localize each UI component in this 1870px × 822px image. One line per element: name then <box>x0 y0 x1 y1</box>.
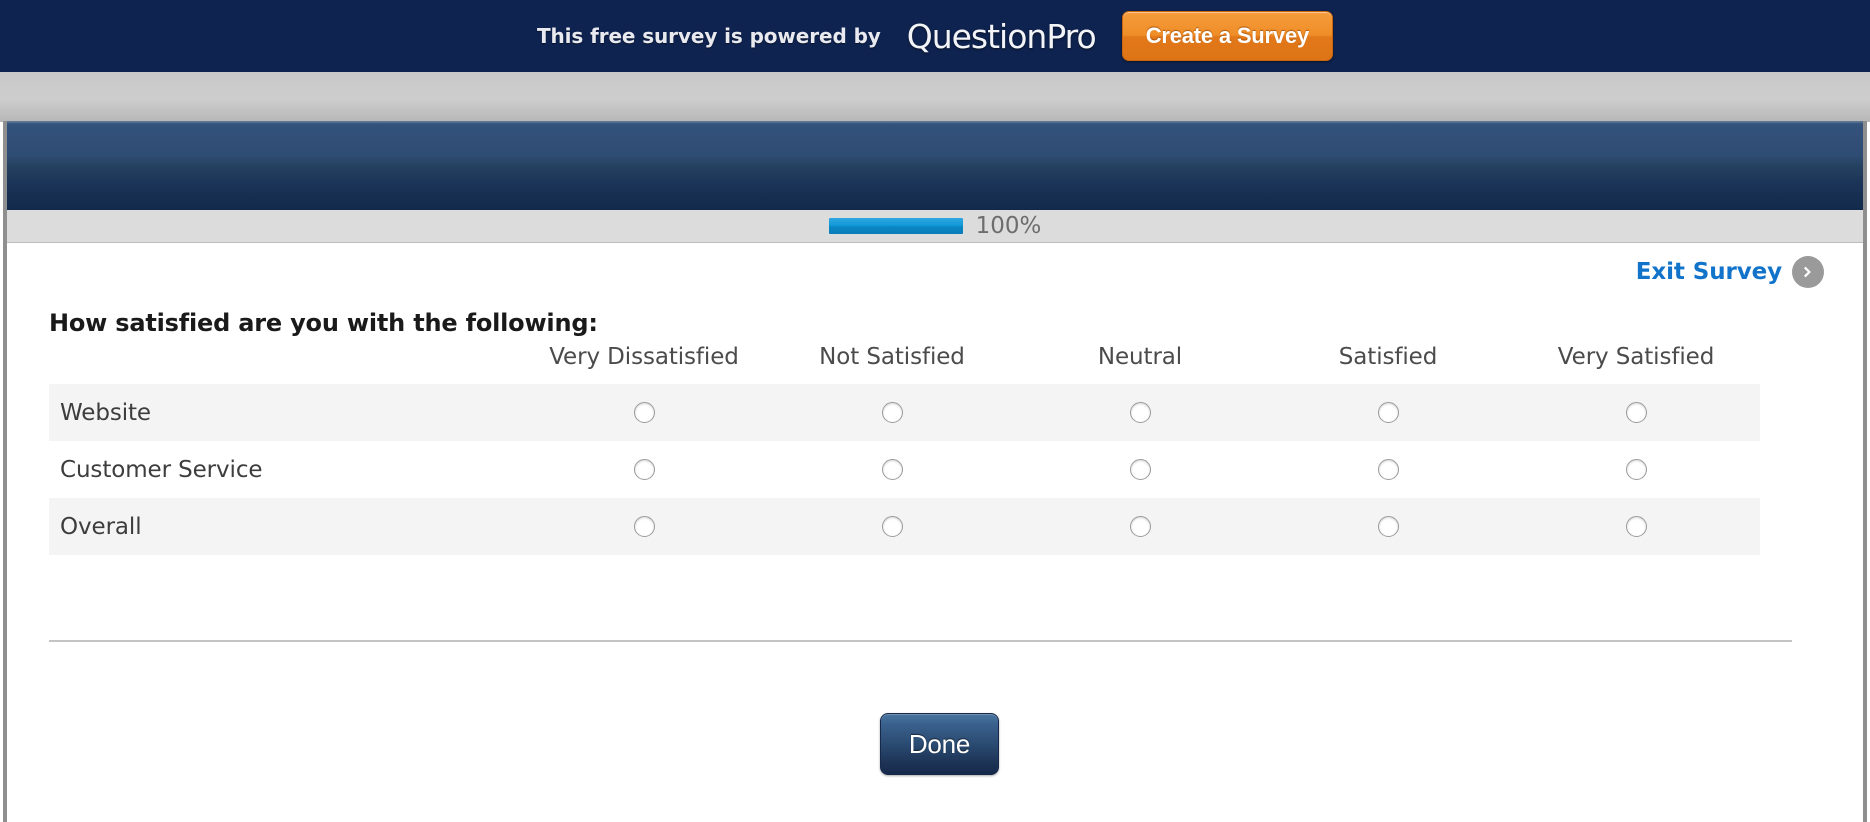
row-label-customer-service: Customer Service <box>60 456 263 483</box>
radio-button[interactable] <box>1129 402 1151 423</box>
radio-cell-customer-service-not-satisfied[interactable] <box>768 441 1016 498</box>
radio-button[interactable] <box>633 516 655 537</box>
done-button[interactable]: Done <box>880 713 999 775</box>
column-header-not-satisfied: Not Satisfied <box>819 344 965 370</box>
radio-cell-website-very-satisfied[interactable] <box>1512 384 1760 441</box>
radio-cell-customer-service-very-satisfied[interactable] <box>1512 441 1760 498</box>
survey-content: Exit Survey How satisfied are you with t… <box>7 243 1863 821</box>
radio-button[interactable] <box>633 402 655 423</box>
column-header-very-dissatisfied: Very Dissatisfied <box>549 344 739 370</box>
questionpro-logo: QuestionPro <box>906 16 1097 56</box>
progress-bar-track <box>828 218 963 234</box>
column-header-satisfied: Satisfied <box>1338 344 1438 370</box>
survey-header-band <box>7 121 1863 210</box>
row-label-website: Website <box>49 384 520 441</box>
radio-button[interactable] <box>881 402 903 423</box>
exit-survey-label: Exit Survey <box>1635 259 1782 285</box>
radio-button[interactable] <box>1377 402 1399 423</box>
radio-cell-overall-very-dissatisfied[interactable] <box>520 498 768 555</box>
page-gap-strip <box>0 72 1870 122</box>
column-header-neutral: Neutral <box>1097 344 1183 370</box>
radio-button[interactable] <box>1377 459 1399 480</box>
radio-cell-website-not-satisfied[interactable] <box>768 384 1016 441</box>
content-divider <box>49 640 1792 642</box>
radio-cell-customer-service-very-dissatisfied[interactable] <box>520 441 768 498</box>
radio-cell-customer-service-neutral[interactable] <box>1016 441 1264 498</box>
table-row: Overall <box>49 498 1760 555</box>
table-row: Website <box>49 384 1760 441</box>
matrix-header-row: Very Dissatisfied Not Satisfied Neutral … <box>49 344 1760 384</box>
radio-button[interactable] <box>881 459 903 480</box>
promo-text: This free survey is powered by <box>536 24 881 48</box>
radio-cell-customer-service-satisfied[interactable] <box>1264 441 1512 498</box>
radio-cell-website-very-dissatisfied[interactable] <box>520 384 768 441</box>
radio-button[interactable] <box>881 516 903 537</box>
progress-bar-fill <box>828 218 963 234</box>
exit-survey-link[interactable]: Exit Survey <box>1636 256 1824 288</box>
satisfaction-matrix-table: Very Dissatisfied Not Satisfied Neutral … <box>49 344 1760 555</box>
chevron-right-circle-icon <box>1792 256 1824 288</box>
radio-cell-overall-neutral[interactable] <box>1016 498 1264 555</box>
radio-button[interactable] <box>1625 459 1647 480</box>
radio-cell-overall-not-satisfied[interactable] <box>768 498 1016 555</box>
row-label-overall: Overall <box>49 498 520 555</box>
radio-button[interactable] <box>1129 459 1151 480</box>
progress-percent-label: 100% <box>975 213 1042 239</box>
radio-button[interactable] <box>1129 516 1151 537</box>
create-survey-button[interactable]: Create a Survey <box>1121 11 1334 61</box>
table-row: Customer Service <box>49 441 1760 498</box>
radio-button[interactable] <box>1625 516 1647 537</box>
promo-banner: This free survey is powered by QuestionP… <box>0 0 1870 72</box>
column-header-very-satisfied: Very Satisfied <box>1557 344 1715 370</box>
radio-button[interactable] <box>1625 402 1647 423</box>
radio-cell-website-satisfied[interactable] <box>1264 384 1512 441</box>
survey-frame: 100% Exit Survey How satisfied are you w… <box>3 121 1867 822</box>
radio-button[interactable] <box>1377 516 1399 537</box>
radio-cell-website-neutral[interactable] <box>1016 384 1264 441</box>
radio-cell-overall-satisfied[interactable] <box>1264 498 1512 555</box>
matrix-corner-cell <box>49 344 520 384</box>
radio-button[interactable] <box>633 459 655 480</box>
progress-strip: 100% <box>7 210 1863 243</box>
question-title: How satisfied are you with the following… <box>49 309 598 337</box>
radio-cell-overall-very-satisfied[interactable] <box>1512 498 1760 555</box>
